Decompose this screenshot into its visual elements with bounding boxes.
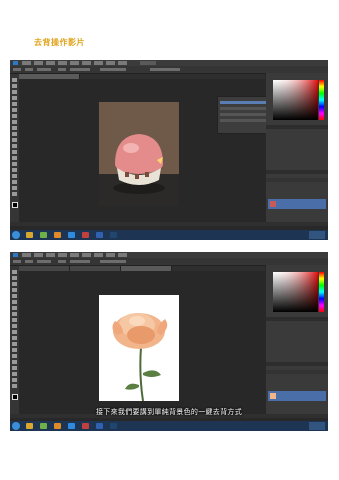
layers-panel-tabs[interactable] [266,362,328,366]
color-picker[interactable] [273,272,318,312]
photoshop-screenshot-toy [10,60,328,240]
page-title: 去背操作影片 [34,38,85,47]
canvas-area[interactable] [19,79,275,225]
panel-tabs[interactable] [266,125,328,129]
panel-tabs[interactable] [266,317,328,321]
hue-slider[interactable] [319,272,324,312]
taskbar-app-icon[interactable] [82,423,89,429]
tools-panel[interactable] [10,74,19,222]
taskbar-app-icon[interactable] [68,232,75,238]
layer-row[interactable] [268,199,326,209]
windows-start-icon[interactable] [12,231,20,239]
layer-row[interactable] [268,391,326,401]
rose-image [112,313,168,401]
status-bar [10,222,328,226]
taskbar-app-icon[interactable] [26,232,33,238]
photoshop-screenshot-rose: 接下來我們要講到單純背景色的一鍵去背方式 [10,252,328,431]
taskbar-app-icon[interactable] [26,423,33,429]
toy-image [113,134,165,194]
taskbar-app-icon[interactable] [68,423,75,429]
video-caption: 接下來我們要講到單純背景色的一鍵去背方式 [96,408,242,416]
system-clock [309,422,325,430]
layers-options[interactable] [266,178,328,182]
color-picker[interactable] [273,80,318,120]
taskbar-app-icon[interactable] [40,423,47,429]
taskbar[interactable] [10,230,328,240]
canvas-area[interactable] [19,271,265,417]
taskbar-app-icon[interactable] [54,423,61,429]
taskbar-app-icon[interactable] [82,232,89,238]
taskbar-app-icon[interactable] [96,423,103,429]
hue-slider[interactable] [319,80,324,120]
system-clock [309,231,325,239]
taskbar[interactable] [10,421,328,431]
photoshop-icon [13,61,18,65]
photoshop-icon [13,253,18,257]
layers-options[interactable] [266,370,328,374]
tools-panel[interactable] [10,266,19,414]
taskbar-app-icon[interactable] [96,232,103,238]
photoshop-icon[interactable] [110,232,117,238]
layers-panel-tabs[interactable] [266,170,328,174]
taskbar-app-icon[interactable] [40,232,47,238]
photoshop-icon[interactable] [110,423,117,429]
windows-start-icon[interactable] [12,422,20,430]
taskbar-app-icon[interactable] [54,232,61,238]
